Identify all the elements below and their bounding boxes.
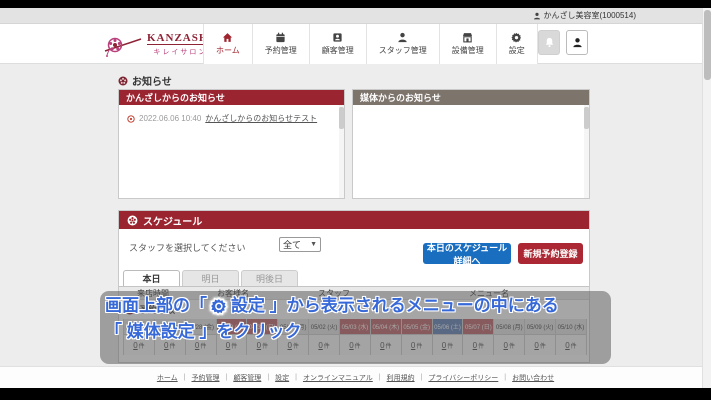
- kanzashi-notices-card: かんざしからのお知らせ 2022.06.06 10:40 かんざしからのお知らせ…: [118, 89, 345, 199]
- staff-filter-label: スタッフを選択してください: [129, 243, 246, 253]
- person-icon: [533, 12, 540, 19]
- account-menu[interactable]: かんざし美容室(1000514): [533, 10, 636, 21]
- tutorial-overlay: 画面上部の「 設定 」から表示されるメニューの中にある 「 媒体設定 」をクリッ…: [100, 291, 611, 364]
- footer-link[interactable]: プライバシーポリシー: [428, 373, 498, 383]
- nav-label: スタッフ管理: [378, 46, 427, 55]
- footer-link[interactable]: 設定: [275, 373, 289, 383]
- media-notices-body: [353, 105, 589, 198]
- kanzashi-notices-header: かんざしからのお知らせ: [119, 90, 344, 105]
- account-label: かんざし美容室(1000514): [543, 11, 636, 20]
- kanzashi-flower-icon: [118, 76, 128, 85]
- account-strip: かんざし美容室(1000514): [0, 8, 711, 24]
- footer-separator: |: [267, 374, 270, 381]
- tutorial-line-1: 画面上部の「 設定 」から表示されるメニューの中にある: [105, 296, 559, 315]
- nav-item-facilities[interactable]: 設備管理: [438, 24, 496, 64]
- card-scrollbar[interactable]: [339, 105, 344, 198]
- today-schedule-detail-button[interactable]: 本日のスケジュール詳細へ: [423, 243, 511, 266]
- notice-date: 2022.06.06 10:40: [139, 114, 202, 123]
- gear-icon: [511, 32, 522, 43]
- footer-link[interactable]: 利用規約: [387, 373, 415, 383]
- new-badge-icon: [127, 114, 135, 123]
- schedule-header: スケジュール: [119, 211, 589, 229]
- bell-icon: [545, 37, 553, 48]
- notices-section-title: お知らせ: [118, 73, 172, 88]
- nav-item-customers[interactable]: 顧客管理: [308, 24, 366, 64]
- chevron-down-icon: ▼: [310, 241, 317, 248]
- footer-separator: |: [378, 374, 381, 381]
- letterbox-top: [0, 0, 711, 8]
- logo-subtitle: キレイサロン: [153, 48, 208, 56]
- notice-item: 2022.06.06 10:40 かんざしからのお知らせテスト: [119, 105, 344, 124]
- nav-item-settings[interactable]: 設定: [495, 24, 538, 64]
- header-buttons: [538, 30, 588, 55]
- footer-separator: |: [295, 374, 297, 381]
- schedule-header-label: スケジュール: [143, 216, 203, 228]
- schedule-tabs: 本日 明日 明後日: [123, 270, 300, 286]
- footer-separator: |: [420, 374, 423, 381]
- kanzashi-flower-icon: [127, 215, 138, 225]
- home-icon: [223, 33, 233, 42]
- footer-link[interactable]: オンラインマニュアル: [303, 373, 373, 383]
- nav-label: 設定: [508, 46, 525, 55]
- footer-link[interactable]: 顧客管理: [233, 373, 261, 383]
- tab-day-after-tomorrow[interactable]: 明後日: [241, 270, 298, 286]
- nav-item-home[interactable]: ホーム: [203, 24, 252, 64]
- footer-link[interactable]: お問い合わせ: [512, 373, 554, 383]
- nav-label: 設備管理: [451, 46, 484, 55]
- footer-separator: |: [225, 374, 228, 381]
- page-footer: ホーム | 予約管理 | 顧客管理 | 設定 | オンラインマニュアル | 利用規約 | プライバシーポ…: [0, 366, 711, 388]
- app-window: かんざし美容室(1000514) KANZASHI キレイサロン ホーム 予約管…: [0, 0, 711, 400]
- footer-link[interactable]: 予約管理: [191, 373, 219, 383]
- kanzashi-notices-body: 2022.06.06 10:40 かんざしからのお知らせテスト: [119, 105, 344, 198]
- tab-today[interactable]: 本日: [123, 270, 180, 286]
- notices-section-label: お知らせ: [132, 77, 172, 88]
- staff-filter-select[interactable]: 全て ▼: [279, 237, 321, 252]
- nav-item-staff[interactable]: スタッフ管理: [365, 24, 439, 64]
- building-icon: [463, 33, 473, 43]
- notifications-button[interactable]: [538, 30, 560, 55]
- staff-filter-value: 全て: [283, 240, 302, 250]
- new-reservation-button[interactable]: 新規予約登録: [518, 243, 583, 264]
- tutorial-line-2: 「 媒体設定 」をクリック: [105, 322, 302, 341]
- calendar-icon: [276, 32, 285, 43]
- nav-label: 予約管理: [264, 46, 297, 55]
- id-card-icon: [333, 33, 342, 42]
- nav-label: 顧客管理: [321, 46, 354, 55]
- tab-tomorrow[interactable]: 明日: [182, 270, 239, 286]
- nav-items: ホーム 予約管理 顧客管理 スタッフ管理 設備管理 設定: [203, 24, 538, 64]
- footer-link[interactable]: ホーム: [157, 373, 178, 383]
- person-icon: [398, 32, 407, 43]
- nav-label: ホーム: [216, 46, 240, 55]
- footer-separator: |: [504, 374, 507, 381]
- card-scrollbar[interactable]: [584, 105, 589, 198]
- scrollbar-thumb[interactable]: [704, 10, 711, 80]
- kanzashi-logo-icon: [104, 37, 142, 57]
- person-icon: [572, 38, 582, 48]
- letterbox-bottom: [0, 388, 711, 400]
- main-navbar: KANZASHI キレイサロン ホーム 予約管理 顧客管理 スタッフ管理 設備管…: [0, 24, 711, 64]
- gear-icon: [210, 297, 228, 315]
- notice-link[interactable]: かんざしからのお知らせテスト: [205, 113, 317, 124]
- footer-separator: |: [183, 374, 186, 381]
- profile-button[interactable]: [566, 30, 588, 55]
- media-notices-header: 媒体からのお知らせ: [353, 90, 589, 105]
- page-scrollbar[interactable]: [702, 8, 711, 388]
- nav-item-reservations[interactable]: 予約管理: [251, 24, 309, 64]
- footer-links: ホーム | 予約管理 | 顧客管理 | 設定 | オンラインマニュアル | 利用規約 | プライバシーポ…: [157, 373, 554, 383]
- media-notices-card: 媒体からのお知らせ: [352, 89, 590, 199]
